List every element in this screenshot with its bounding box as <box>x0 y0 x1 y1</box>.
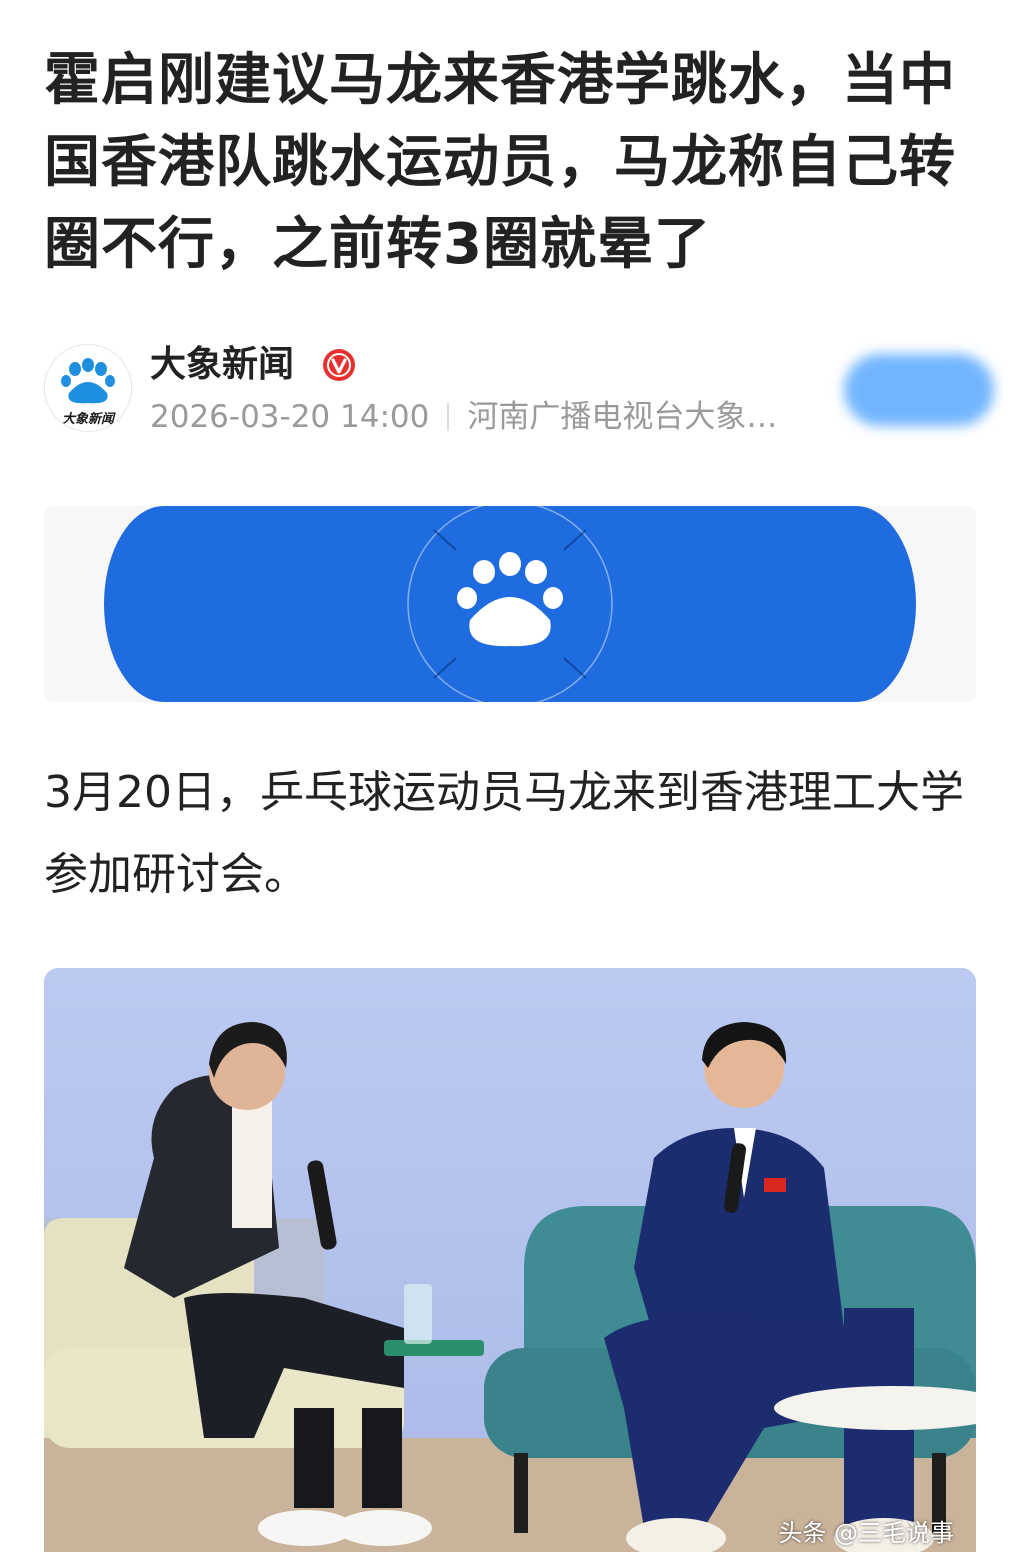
article-meta: 2026-03-20 14:00 河南广播电视台大象… <box>150 396 777 438</box>
publish-date: 2026-03-20 14:00 <box>150 399 430 435</box>
article-page: 霍启刚建议马龙来香港学跳水，当中国香港队跳水运动员，马龙称自己转圈不行，之前转3… <box>0 0 1020 1552</box>
paw-logo-icon <box>457 552 563 647</box>
photo-illustration <box>44 968 976 1552</box>
source-label: 河南广播电视台大象… <box>467 399 778 435</box>
follow-button-blurred[interactable] <box>844 354 994 426</box>
author-row[interactable]: 大象新闻 大象新闻 2026-03-20 14:00 河南广播电视台大象… <box>44 340 994 440</box>
brand-banner <box>44 506 976 702</box>
paw-logo-icon: 大象新闻 <box>45 345 131 431</box>
article-paragraph: 3月20日，乒乓球运动员马龙来到香港理工大学参加研讨会。 <box>44 767 964 900</box>
article-photo[interactable]: 头条 @三毛说事 <box>44 968 976 1552</box>
meta-divider <box>447 403 450 431</box>
avatar-logo-text: 大象新闻 <box>62 411 116 427</box>
banner-blue-panel <box>104 506 916 702</box>
banner-graphic <box>407 506 613 702</box>
watermark-text: 头条 @三毛说事 <box>778 1519 954 1547</box>
verified-badge-icon <box>323 349 355 381</box>
author-avatar[interactable]: 大象新闻 <box>44 344 132 432</box>
author-name[interactable]: 大象新闻 <box>150 340 294 390</box>
article-title: 霍启刚建议马龙来香港学跳水，当中国香港队跳水运动员，马龙称自己转圈不行，之前转3… <box>44 48 956 277</box>
